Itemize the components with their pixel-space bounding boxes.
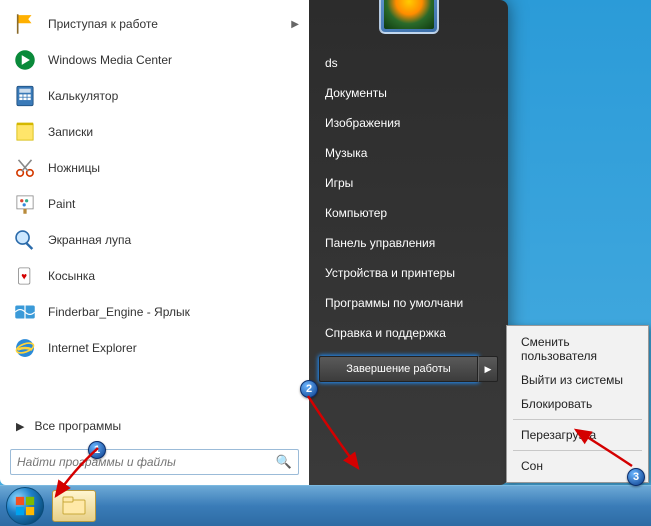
shutdown-menu-arrow[interactable]: ▶ bbox=[478, 356, 498, 382]
program-label: Косынка bbox=[48, 269, 299, 283]
right-link-0[interactable]: ds bbox=[311, 48, 506, 78]
finder-icon bbox=[10, 297, 40, 327]
program-item-1[interactable]: Windows Media Center bbox=[4, 42, 305, 78]
paint-icon bbox=[10, 189, 40, 219]
program-item-6[interactable]: Экранная лупа bbox=[4, 222, 305, 258]
program-label: Internet Explorer bbox=[48, 341, 299, 355]
program-label: Windows Media Center bbox=[48, 53, 299, 67]
power-menu-item-1[interactable]: Выйти из системы bbox=[509, 368, 646, 392]
solitaire-icon: ♥ bbox=[10, 261, 40, 291]
program-item-3[interactable]: Записки bbox=[4, 114, 305, 150]
menu-separator bbox=[513, 419, 642, 420]
chevron-right-icon: ▶ bbox=[16, 420, 24, 433]
program-list: Приступая к работе ▶ Windows Media Cente… bbox=[0, 0, 309, 411]
start-menu-left-pane: Приступая к работе ▶ Windows Media Cente… bbox=[0, 0, 309, 485]
search-input[interactable] bbox=[17, 455, 276, 469]
annotation-badge-3: 3 bbox=[627, 468, 645, 486]
program-item-5[interactable]: Paint bbox=[4, 186, 305, 222]
program-label: Paint bbox=[48, 197, 299, 211]
chevron-right-icon: ▶ bbox=[291, 19, 299, 30]
search-box[interactable]: 🔍 bbox=[10, 449, 299, 475]
folder-icon bbox=[62, 496, 86, 516]
right-link-2[interactable]: Изображения bbox=[311, 108, 506, 138]
svg-text:♥: ♥ bbox=[21, 271, 27, 282]
taskbar-explorer[interactable] bbox=[52, 490, 96, 522]
program-label: Ножницы bbox=[48, 161, 299, 175]
user-avatar-frame[interactable] bbox=[379, 0, 439, 34]
ie-icon bbox=[10, 333, 40, 363]
program-item-0[interactable]: Приступая к работе ▶ bbox=[4, 6, 305, 42]
start-menu: Приступая к работе ▶ Windows Media Cente… bbox=[0, 0, 508, 485]
right-link-4[interactable]: Игры bbox=[311, 168, 506, 198]
start-menu-right-pane: dsДокументыИзображенияМузыкаИгрыКомпьюте… bbox=[309, 0, 508, 485]
all-programs[interactable]: ▶ Все программы bbox=[0, 411, 309, 441]
annotation-badge-2: 2 bbox=[300, 380, 318, 398]
magnifier-icon bbox=[10, 225, 40, 255]
annotation-badge-1: 1 bbox=[88, 441, 106, 459]
right-link-7[interactable]: Устройства и принтеры bbox=[311, 258, 506, 288]
right-link-1[interactable]: Документы bbox=[311, 78, 506, 108]
program-item-4[interactable]: Ножницы bbox=[4, 150, 305, 186]
program-label: Калькулятор bbox=[48, 89, 299, 103]
program-item-8[interactable]: Finderbar_Engine - Ярлык bbox=[4, 294, 305, 330]
user-avatar-icon bbox=[384, 0, 434, 29]
taskbar bbox=[0, 485, 651, 526]
program-label: Finderbar_Engine - Ярлык bbox=[48, 305, 299, 319]
right-link-9[interactable]: Справка и поддержка bbox=[311, 318, 506, 348]
program-item-7[interactable]: ♥ Косынка bbox=[4, 258, 305, 294]
calc-icon bbox=[10, 81, 40, 111]
power-menu-item-4[interactable]: Перезагрузка bbox=[509, 423, 646, 447]
program-label: Приступая к работе bbox=[48, 17, 291, 31]
program-label: Экранная лупа bbox=[48, 233, 299, 247]
right-link-8[interactable]: Программы по умолчани bbox=[311, 288, 506, 318]
notes-icon bbox=[10, 117, 40, 147]
right-links: dsДокументыИзображенияМузыкаИгрыКомпьюте… bbox=[309, 48, 508, 348]
right-link-6[interactable]: Панель управления bbox=[311, 228, 506, 258]
power-menu-item-6[interactable]: Сон bbox=[509, 454, 646, 478]
start-button[interactable] bbox=[6, 487, 44, 525]
right-link-3[interactable]: Музыка bbox=[311, 138, 506, 168]
program-label: Записки bbox=[48, 125, 299, 139]
flag-icon bbox=[10, 9, 40, 39]
shutdown-split-button: Завершение работы ▶ bbox=[319, 356, 498, 382]
search-icon: 🔍 bbox=[276, 454, 292, 470]
all-programs-label: Все программы bbox=[34, 419, 121, 433]
power-menu-item-2[interactable]: Блокировать bbox=[509, 392, 646, 416]
shutdown-button[interactable]: Завершение работы bbox=[319, 356, 478, 382]
menu-separator bbox=[513, 450, 642, 451]
power-menu-item-0[interactable]: Сменить пользователя bbox=[509, 330, 646, 368]
right-link-5[interactable]: Компьютер bbox=[311, 198, 506, 228]
snip-icon bbox=[10, 153, 40, 183]
power-options-menu: Сменить пользователяВыйти из системыБлок… bbox=[506, 325, 649, 483]
program-item-2[interactable]: Калькулятор bbox=[4, 78, 305, 114]
program-item-9[interactable]: Internet Explorer bbox=[4, 330, 305, 366]
windows-logo-icon bbox=[14, 495, 36, 517]
wmc-icon bbox=[10, 45, 40, 75]
